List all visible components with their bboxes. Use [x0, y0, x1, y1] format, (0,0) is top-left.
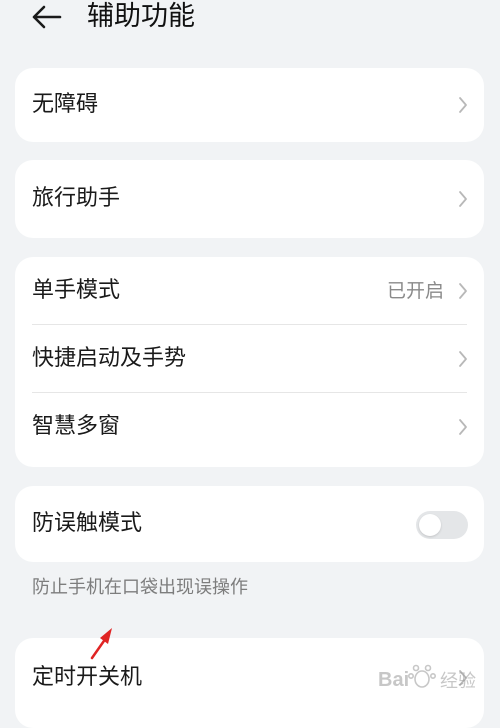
- row-label: 防误触模式: [32, 511, 143, 536]
- toggle-knob: [419, 514, 441, 536]
- chevron-right-icon: [459, 283, 467, 299]
- row-accessibility[interactable]: 无障碍: [15, 68, 484, 142]
- annotation-arrow-icon: [90, 628, 112, 660]
- row-label: 快捷启动及手势: [32, 346, 187, 371]
- status-value: 已开启: [386, 280, 444, 302]
- row-label: 无障碍: [32, 92, 99, 117]
- row-label: 智慧多窗: [32, 414, 121, 439]
- top-app-bar: 辅助功能: [0, 0, 500, 40]
- chevron-right-icon: [459, 97, 467, 113]
- card-accessibility: 无障碍: [15, 68, 484, 142]
- back-button[interactable]: [30, 2, 66, 32]
- chevron-right-icon: [459, 351, 467, 367]
- row-smart-multi-window[interactable]: 智慧多窗: [15, 393, 484, 461]
- accidental-touch-toggle[interactable]: [416, 511, 468, 539]
- row-one-handed-mode[interactable]: 单手模式 已开启: [15, 257, 484, 325]
- card-travel-assistant: 旅行助手: [15, 160, 484, 238]
- arrow-left-icon: [32, 5, 62, 29]
- accidental-touch-hint: 防止手机在口袋出现误操作: [32, 577, 248, 598]
- page-title: 辅助功能: [87, 1, 195, 32]
- row-travel-assistant[interactable]: 旅行助手: [15, 160, 484, 238]
- card-accidental-touch: 防误触模式: [15, 486, 484, 562]
- baidu-jingyan-watermark-logo: Bai 经验: [378, 664, 476, 692]
- card-interaction-group: 单手模式 已开启 快捷启动及手势 智慧多窗: [15, 257, 484, 467]
- svg-text:经验: 经验: [440, 671, 476, 692]
- chevron-right-icon: [459, 419, 467, 435]
- row-quick-launch-gestures[interactable]: 快捷启动及手势: [15, 325, 484, 393]
- row-accidental-touch-mode: 防误触模式: [15, 486, 484, 562]
- chevron-right-icon: [459, 191, 467, 207]
- row-label: 旅行助手: [32, 186, 121, 211]
- row-label: 单手模式: [32, 278, 121, 303]
- svg-text:Bai: Bai: [378, 669, 409, 691]
